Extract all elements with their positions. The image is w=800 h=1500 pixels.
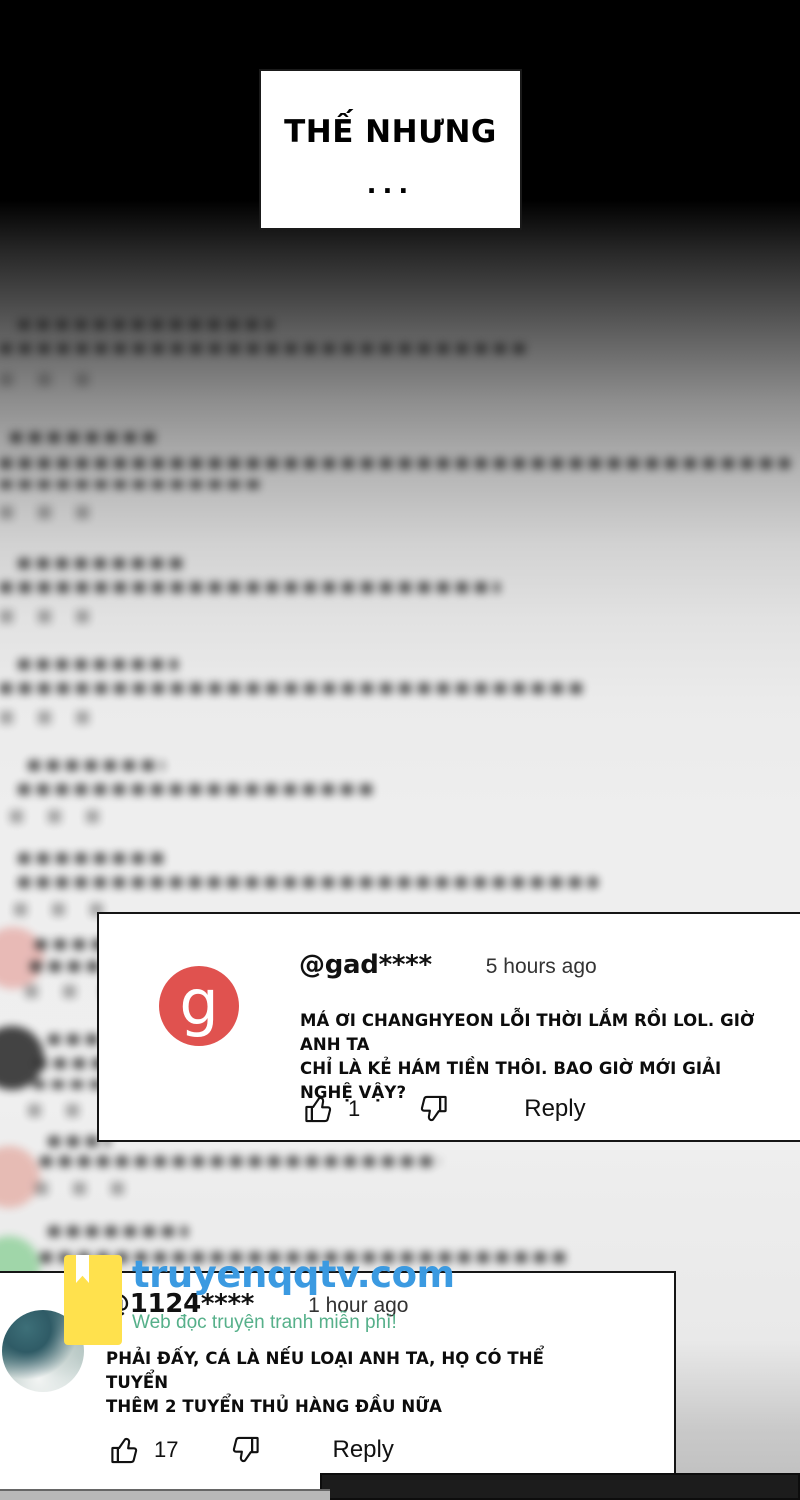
dislike-button[interactable] (228, 1433, 274, 1467)
thumbs-up-icon (305, 1096, 332, 1123)
comment-header: @1124**** 1 hour ago (104, 1289, 408, 1319)
comment-timestamp: 5 hours ago (485, 955, 597, 978)
like-button[interactable]: 1 (302, 1092, 360, 1126)
comment-card: @1124**** 1 hour ago PHẢI ĐẤY, CÁ LÀ NẾU… (0, 1271, 676, 1491)
comment-username[interactable]: @1124**** (104, 1289, 254, 1319)
comment-username[interactable]: @gad**** (299, 950, 432, 980)
comment-header: @gad**** 5 hours ago (299, 950, 597, 980)
webtoon-panel: THẾ NHƯNG ... g @gad**** 5 hours ago MÁ … (0, 0, 800, 1500)
comment-actions: 1 Reply (302, 1092, 586, 1126)
comment-timestamp: 1 hour ago (308, 1294, 409, 1317)
bottom-dark-band (320, 1473, 800, 1500)
placard-ellipsis: ... (366, 169, 415, 200)
reply-button[interactable]: Reply (524, 1095, 585, 1123)
thumbs-down-icon (233, 1436, 260, 1463)
avatar-initial: g (179, 966, 219, 1039)
like-count: 17 (154, 1437, 179, 1462)
placard-title: THẾ NHƯNG (284, 113, 497, 150)
title-placard: THẾ NHƯNG ... (259, 69, 522, 230)
like-count: 1 (348, 1096, 361, 1121)
thumbs-up-icon (111, 1437, 138, 1464)
reply-button[interactable]: Reply (332, 1436, 393, 1464)
dislike-button[interactable] (416, 1092, 462, 1126)
avatar[interactable] (2, 1310, 84, 1392)
comment-card: g @gad**** 5 hours ago MÁ ƠI CHANGHYEON … (97, 912, 800, 1142)
comment-actions: 17 Reply (108, 1433, 394, 1467)
comment-body: PHẢI ĐẤY, CÁ LÀ NẾU LOẠI ANH TA, HỌ CÓ T… (106, 1349, 545, 1416)
bottom-grey-strip (0, 1489, 330, 1500)
avatar[interactable]: g (159, 966, 239, 1046)
like-button[interactable]: 17 (108, 1433, 178, 1467)
thumbs-down-icon (421, 1095, 447, 1122)
comment-body: MÁ ƠI CHANGHYEON LỖI THỜI LẮM RỒI LOL. G… (300, 1011, 755, 1102)
